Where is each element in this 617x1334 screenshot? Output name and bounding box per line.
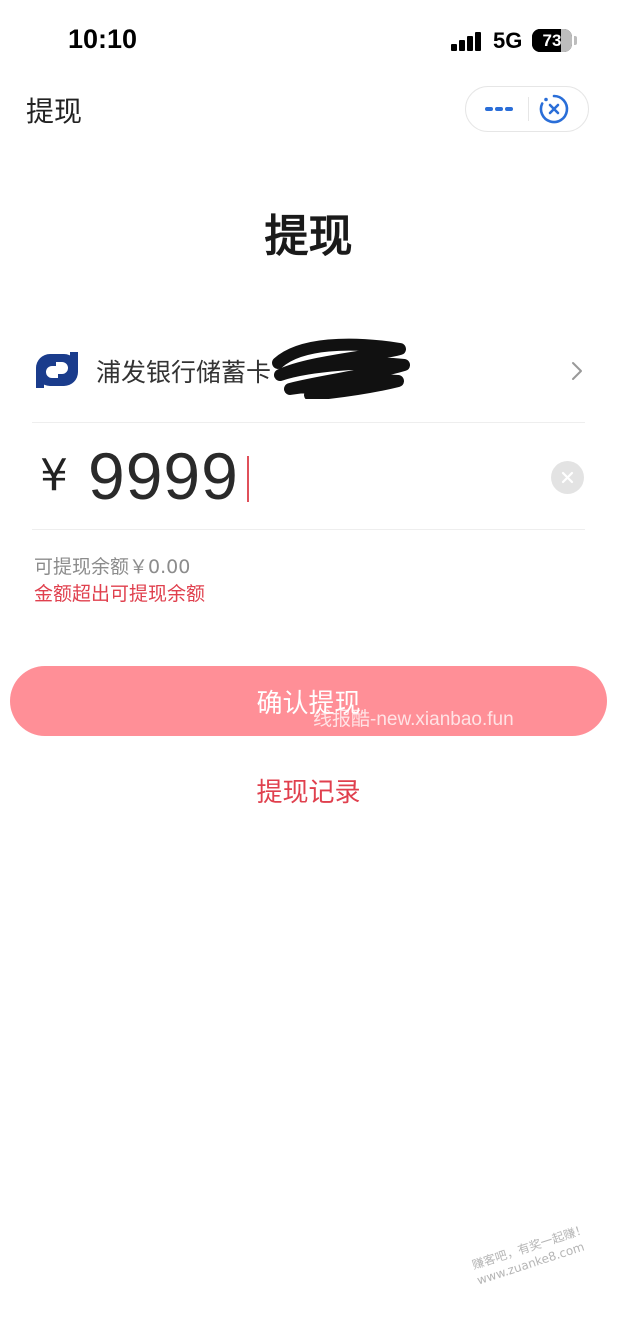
withdraw-page: 10:10 5G 73 提现 提现 浦发银行储蓄卡 ¥ 9999 可提现余额￥0… xyxy=(0,0,617,1334)
capsule-divider xyxy=(528,97,529,121)
amount-input[interactable]: 9999 xyxy=(88,438,239,514)
confirm-withdraw-button[interactable]: 确认提现 xyxy=(10,666,607,736)
close-circle-icon[interactable] xyxy=(538,93,570,125)
page-heading: 提现 xyxy=(264,211,353,262)
text-caret xyxy=(247,456,249,502)
more-dots-icon[interactable] xyxy=(466,87,528,131)
battery-percent: 73 xyxy=(542,30,562,50)
divider xyxy=(32,529,585,530)
battery-tip xyxy=(574,36,577,45)
network-type: 5G xyxy=(493,28,523,53)
spdb-logo xyxy=(34,352,80,388)
withdraw-records-link[interactable]: 提现记录 xyxy=(0,772,617,809)
currency-symbol: ¥ xyxy=(40,450,68,501)
corner-watermark: 赚客吧，有奖一起赚！ www.zuanke8.com xyxy=(470,1221,589,1288)
error-message: 金额超出可提现余额 xyxy=(34,583,206,605)
status-bar: 10:10 5G 73 xyxy=(0,0,617,80)
divider xyxy=(32,422,585,423)
status-time: 10:10 xyxy=(68,24,138,54)
redaction-scribble xyxy=(270,335,410,401)
battery-icon: 73 xyxy=(532,29,572,52)
bank-name: 浦发银行储蓄卡 xyxy=(96,358,272,387)
chevron-right-icon xyxy=(569,359,585,383)
clear-icon[interactable] xyxy=(551,461,584,494)
bank-card-selector[interactable]: 浦发银行储蓄卡 xyxy=(32,335,585,405)
watermark-text: 线报酷-new.xianbao.fun xyxy=(313,709,514,730)
cellular-signal-icon xyxy=(451,32,483,51)
nav-title: 提现 xyxy=(26,95,83,128)
mini-program-capsule xyxy=(465,86,589,132)
available-balance: 可提现余额￥0.00 xyxy=(34,556,191,578)
